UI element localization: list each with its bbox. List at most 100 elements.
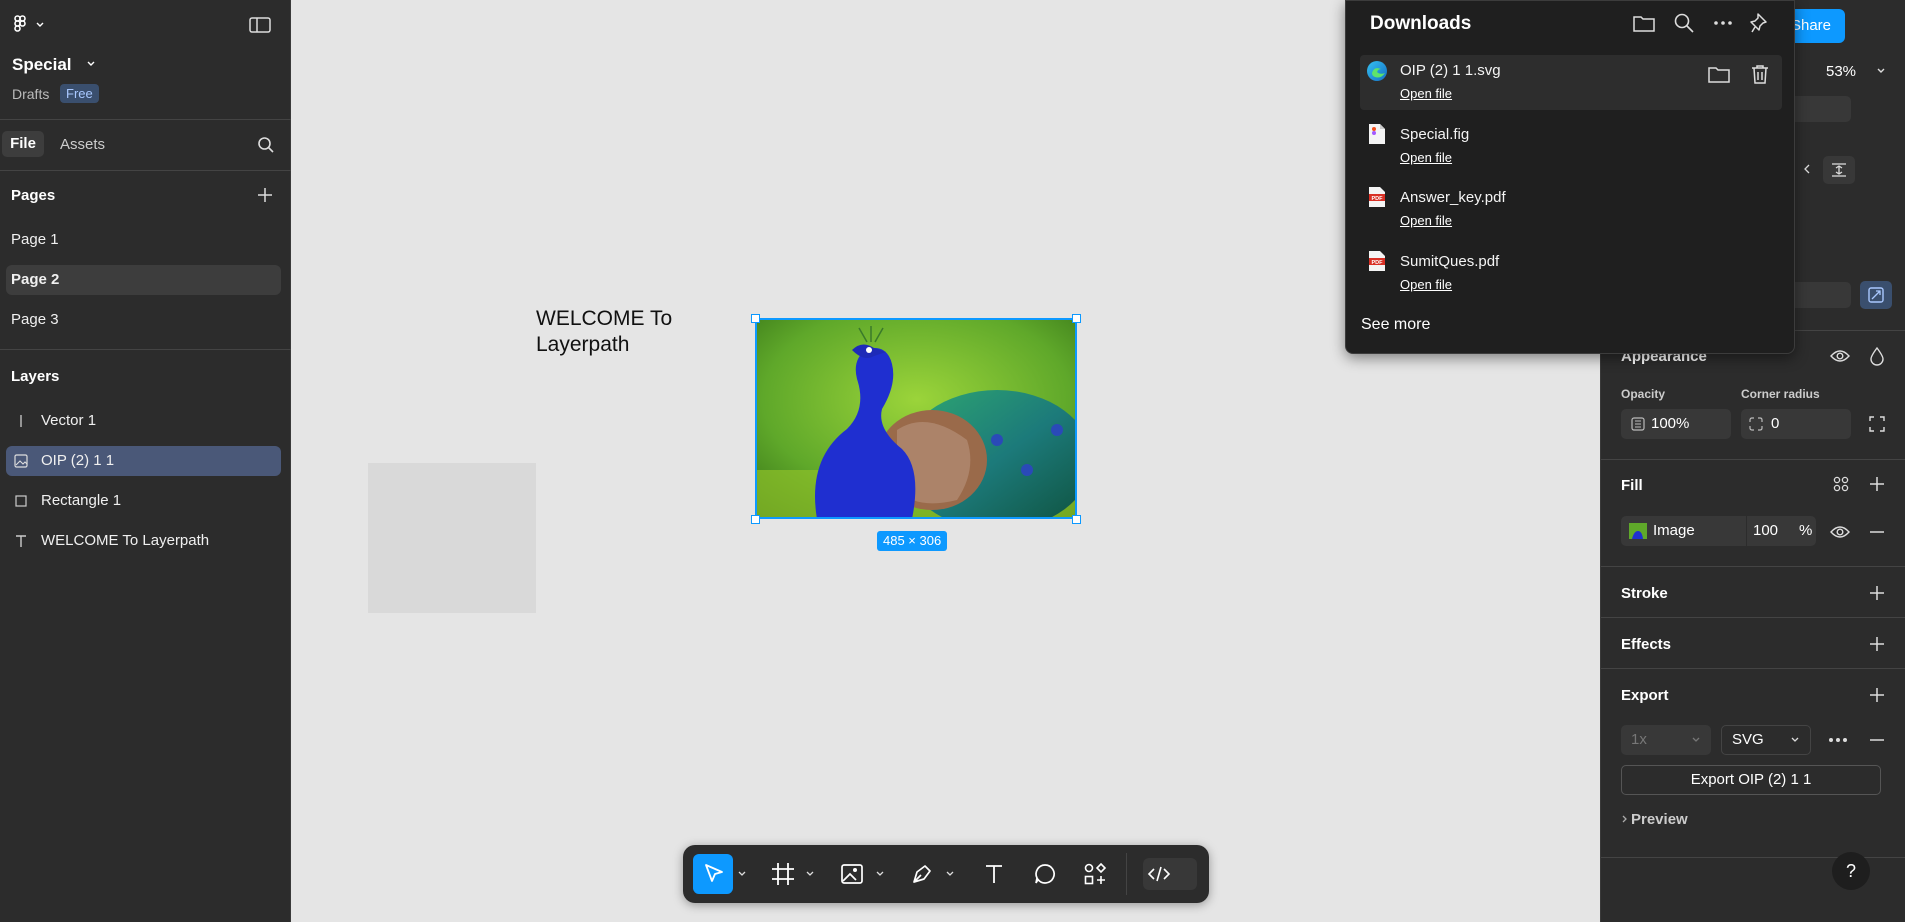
open-file-link[interactable]: Open file (1400, 277, 1452, 292)
main-menu-button[interactable] (12, 15, 46, 35)
fill-image-field[interactable]: Image 100 % (1621, 516, 1816, 546)
file-location[interactable]: Drafts (12, 86, 49, 102)
pdf-icon: PDF (1369, 251, 1385, 271)
zoom-level[interactable]: 53% (1826, 63, 1856, 80)
add-effect-plus-icon[interactable] (1869, 636, 1885, 652)
show-in-folder-button[interactable] (1707, 63, 1731, 85)
add-page-button[interactable] (257, 187, 273, 203)
blend-mode-button[interactable] (1869, 346, 1885, 366)
opacity-value: 100% (1651, 415, 1690, 432)
download-item[interactable]: Special.fig Open file (1360, 119, 1782, 174)
text-tool-button[interactable] (977, 857, 1011, 891)
remove-fill-minus-icon[interactable] (1869, 524, 1885, 540)
tab-file[interactable]: File (2, 131, 44, 157)
opacity-field[interactable]: 100% (1621, 409, 1731, 439)
open-file-link[interactable]: Open file (1400, 150, 1452, 165)
add-export-plus-icon[interactable] (1869, 687, 1885, 703)
chevron-down-icon[interactable] (875, 869, 885, 879)
resize-handle-bottom-right[interactable] (1072, 515, 1081, 524)
downloads-panel: Downloads OIP (2) 1 1.svg Open file Spec… (1345, 0, 1795, 354)
toggle-visibility-button[interactable] (1830, 347, 1850, 365)
effects-heading: Effects (1621, 636, 1672, 653)
corner-radius-label: Corner radius (1741, 387, 1820, 401)
add-fill-plus-icon[interactable] (1869, 476, 1885, 492)
tab-assets[interactable]: Assets (60, 136, 105, 153)
move-tool-button[interactable] (693, 854, 733, 894)
export-button[interactable]: Export OIP (2) 1 1 (1621, 765, 1881, 795)
frame-tool-button[interactable] (766, 857, 800, 891)
corner-radius-field[interactable]: 0 (1741, 409, 1851, 439)
align-left-button[interactable] (1801, 162, 1813, 176)
add-stroke-plus-icon[interactable] (1869, 585, 1885, 601)
constrain-proportions-button[interactable] (1860, 281, 1892, 309)
zoom-menu-chevron[interactable] (1875, 66, 1887, 76)
trash-icon (1752, 65, 1768, 84)
page-item-2[interactable]: Page 2 (6, 265, 281, 295)
page-item-1[interactable]: Page 1 (6, 225, 281, 255)
preview-chevron[interactable] (1621, 812, 1631, 826)
pdf-icon: PDF (1369, 187, 1385, 207)
open-file-link[interactable]: Open file (1400, 213, 1452, 228)
layers-heading: Layers (11, 368, 60, 385)
search-icon (1674, 13, 1694, 33)
fill-styles-button[interactable] (1833, 476, 1849, 492)
fill-opacity[interactable]: 100 (1753, 516, 1778, 546)
chevron-down-icon[interactable] (945, 869, 955, 879)
see-more-link[interactable]: See more (1361, 316, 1430, 334)
stroke-heading: Stroke (1621, 585, 1668, 602)
pen-tool-button[interactable] (905, 857, 939, 891)
downloads-more-button[interactable] (1712, 12, 1734, 34)
code-icon (1147, 866, 1171, 882)
export-settings-button[interactable] (1826, 730, 1850, 750)
download-item[interactable]: OIP (2) 1 1.svg Open file (1360, 55, 1782, 110)
fill-visibility-button[interactable] (1830, 523, 1850, 541)
fill-heading: Fill (1621, 477, 1643, 494)
independent-corners-button[interactable] (1869, 416, 1885, 432)
components-tool-button[interactable] (1078, 857, 1112, 891)
open-downloads-folder-button[interactable] (1632, 12, 1656, 34)
image-thumbnail-icon (1629, 523, 1647, 539)
file-menu-chevron[interactable] (85, 59, 97, 69)
export-format-select[interactable]: SVG (1721, 725, 1811, 755)
rectangle-layer[interactable] (368, 463, 536, 613)
layer-item-text[interactable]: WELCOME To Layerpath (6, 526, 281, 556)
welcome-text-layer[interactable]: WELCOME To Layerpath (536, 306, 672, 358)
download-file-name: OIP (2) 1 1.svg (1400, 62, 1501, 79)
more-horizontal-icon (1829, 738, 1847, 742)
layer-item-image[interactable]: OIP (2) 1 1 (6, 446, 281, 476)
chevron-down-icon[interactable] (805, 869, 815, 879)
image-tool-button[interactable] (835, 857, 869, 891)
styles-grid-icon (1833, 476, 1849, 492)
peacock-image-layer[interactable] (755, 318, 1077, 519)
layer-item-rectangle[interactable]: Rectangle 1 (6, 486, 281, 516)
open-file-link[interactable]: Open file (1400, 86, 1452, 101)
pin-icon (1750, 13, 1767, 33)
resize-handle-top-left[interactable] (751, 314, 760, 323)
welcome-text-line: WELCOME To (536, 307, 673, 330)
search-layers-button[interactable] (257, 136, 275, 154)
pin-downloads-button[interactable] (1750, 11, 1772, 35)
delete-download-button[interactable] (1749, 62, 1771, 86)
file-name[interactable]: Special (12, 55, 72, 75)
dev-mode-toggle[interactable] (1143, 858, 1197, 890)
chevron-down-icon[interactable] (737, 869, 747, 879)
search-downloads-button[interactable] (1673, 12, 1695, 34)
plan-badge: Free (60, 84, 99, 103)
page-item-3[interactable]: Page 3 (6, 305, 281, 335)
preview-toggle[interactable]: Preview (1631, 811, 1688, 828)
export-scale-select[interactable]: 1x (1621, 725, 1711, 755)
fill-opacity-unit: % (1799, 522, 1813, 539)
layer-item-vector[interactable]: Vector 1 (6, 406, 281, 436)
distribute-vertical-button[interactable] (1823, 156, 1855, 184)
comment-bubble-icon (1035, 864, 1055, 884)
resize-handle-top-right[interactable] (1072, 314, 1081, 323)
resize-handle-bottom-left[interactable] (751, 515, 760, 524)
layer-label: Rectangle 1 (41, 492, 122, 509)
text-icon (16, 535, 26, 547)
remove-export-minus-icon[interactable] (1869, 732, 1885, 748)
download-item[interactable]: PDF SumitQues.pdf Open file (1360, 246, 1782, 301)
help-button[interactable]: ? (1832, 852, 1870, 890)
toggle-sidebar-button[interactable] (249, 16, 271, 34)
comment-tool-button[interactable] (1028, 857, 1062, 891)
download-item[interactable]: PDF Answer_key.pdf Open file (1360, 182, 1782, 237)
